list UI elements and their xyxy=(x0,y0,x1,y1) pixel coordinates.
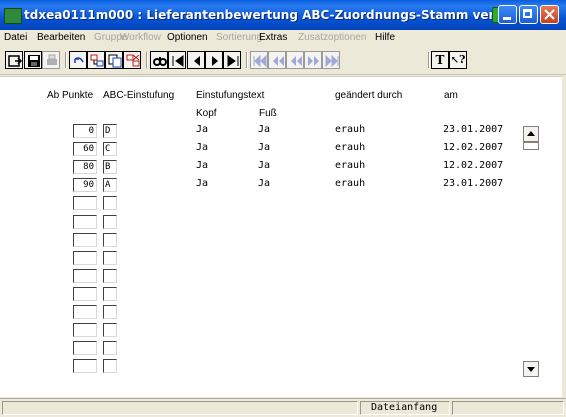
toolbar: T ↖? xyxy=(0,46,566,75)
title-bar[interactable]: tdxea0111m000 : Lieferantenbewertung ABC… xyxy=(0,0,566,30)
changed-date-value: 12.02.2007 xyxy=(443,142,504,154)
abc-einstufung-field[interactable] xyxy=(103,323,117,338)
ab-punkte-field[interactable] xyxy=(73,286,97,301)
menu-sortierung: Sortierung xyxy=(216,32,263,43)
exit-icon[interactable] xyxy=(5,51,23,69)
changed-by-value: erauh xyxy=(335,124,366,135)
col-header-ab-punkte: Ab Punkte xyxy=(47,90,94,101)
status-bar: Dateianfang xyxy=(0,398,566,417)
abc-einstufung-field[interactable] xyxy=(103,196,117,211)
last-set-icon xyxy=(322,51,340,69)
find-icon[interactable] xyxy=(150,51,168,69)
ab-punkte-field[interactable] xyxy=(73,305,97,319)
scroll-down-button[interactable] xyxy=(523,361,539,377)
abc-einstufung-field[interactable] xyxy=(103,341,117,356)
abc-einstufung-field[interactable]: D xyxy=(103,124,117,138)
text-icon[interactable]: T xyxy=(431,51,449,69)
delete-record-icon[interactable] xyxy=(123,51,141,69)
undo-icon[interactable] xyxy=(69,51,87,69)
col-header-abc: ABC-Einstufung xyxy=(103,90,175,101)
prev-record-icon[interactable] xyxy=(187,51,205,69)
ab-punkte-field[interactable]: 90 xyxy=(73,178,97,193)
abc-einstufung-field[interactable] xyxy=(103,214,117,229)
menu-workflow: Workflow xyxy=(120,32,161,43)
scroll-up-button[interactable] xyxy=(523,126,539,142)
toolbar-separator xyxy=(428,52,430,68)
abc-einstufung-field[interactable] xyxy=(103,232,117,247)
abc-einstufung-field[interactable]: B xyxy=(103,160,117,175)
abc-einstufung-field[interactable] xyxy=(103,286,117,301)
next-page-icon xyxy=(304,51,322,69)
prev-set-icon xyxy=(268,51,286,69)
abc-einstufung-field[interactable] xyxy=(103,359,117,374)
abc-einstufung-field[interactable] xyxy=(103,305,117,319)
ab-punkte-field[interactable] xyxy=(73,268,97,283)
col-header-am: am xyxy=(444,90,458,101)
print-icon xyxy=(42,51,60,69)
close-button[interactable] xyxy=(540,5,559,24)
toolbar-separator xyxy=(246,52,248,68)
menu-extras[interactable]: Extras xyxy=(259,32,287,43)
ab-punkte-field[interactable] xyxy=(73,323,97,338)
fuss-value: Ja xyxy=(258,142,271,154)
status-panel-right xyxy=(452,401,564,415)
ab-punkte-field[interactable] xyxy=(73,250,97,265)
kopf-value: Ja xyxy=(196,124,209,135)
changed-by-value: erauh xyxy=(335,160,366,172)
help-icon[interactable]: ↖? xyxy=(449,51,467,69)
col-header-einstufungstext: Einstufungstext xyxy=(196,90,265,101)
form-content: Ab Punkte ABC-Einstufung Einstufungstext… xyxy=(0,76,562,397)
menu-bar: Datei Bearbeiten Gruppe Workflow Optionen Sor… xyxy=(0,30,566,46)
ab-punkte-field[interactable]: 60 xyxy=(73,142,97,157)
abc-einstufung-field[interactable] xyxy=(103,268,117,283)
ab-punkte-field[interactable] xyxy=(73,341,97,356)
kopf-value: Ja xyxy=(196,142,209,154)
insert-record-icon[interactable] xyxy=(87,51,105,69)
copy-record-icon[interactable] xyxy=(105,51,123,69)
abc-einstufung-field[interactable] xyxy=(103,250,117,265)
changed-date-value: 23.01.2007 xyxy=(443,178,504,190)
col-header-kopf: Kopf xyxy=(196,108,217,119)
ab-punkte-field[interactable] xyxy=(73,196,97,211)
save-icon[interactable] xyxy=(24,51,42,69)
changed-by-value: erauh xyxy=(335,178,366,190)
fuss-value: Ja xyxy=(258,124,271,135)
changed-by-value: erauh xyxy=(335,142,366,154)
menu-bearbeiten[interactable]: Bearbeiten xyxy=(37,32,85,43)
menu-hilfe[interactable]: Hilfe xyxy=(375,32,395,43)
toolbar-separator xyxy=(146,52,148,68)
prev-page-icon xyxy=(286,51,304,69)
fuss-value: Ja xyxy=(258,160,271,172)
kopf-value: Ja xyxy=(196,178,209,190)
ab-punkte-field[interactable] xyxy=(73,232,97,247)
scroll-thumb[interactable] xyxy=(523,142,539,150)
first-set-icon xyxy=(250,51,268,69)
ab-punkte-field[interactable]: 80 xyxy=(73,160,97,175)
ab-punkte-field[interactable] xyxy=(73,214,97,229)
maximize-button[interactable] xyxy=(519,5,538,24)
col-header-geaendert: geändert durch xyxy=(335,90,403,101)
window-title: tdxea0111m000 : Lieferantenbewertung ABC… xyxy=(24,8,494,22)
abc-einstufung-field[interactable]: C xyxy=(103,142,117,157)
changed-date-value: 12.02.2007 xyxy=(443,160,504,172)
fuss-value: Ja xyxy=(258,178,271,190)
status-panel-position: Dateianfang xyxy=(360,401,450,415)
menu-datei[interactable]: Datei xyxy=(4,32,27,43)
menu-optionen[interactable]: Optionen xyxy=(167,32,208,43)
status-panel-left xyxy=(2,401,358,415)
ab-punkte-field[interactable]: 0 xyxy=(73,124,97,138)
app-icon[interactable] xyxy=(4,8,22,24)
minimize-button[interactable] xyxy=(498,5,517,24)
next-record-icon[interactable] xyxy=(205,51,223,69)
last-record-icon[interactable] xyxy=(223,51,241,69)
abc-einstufung-field[interactable]: A xyxy=(103,178,117,193)
menu-zusatzoptionen: Zusatzoptionen xyxy=(298,32,367,43)
toolbar-separator xyxy=(65,52,67,68)
kopf-value: Ja xyxy=(196,160,209,172)
col-header-fuss: Fuß xyxy=(259,108,277,119)
changed-date-value: 23.01.2007 xyxy=(443,124,504,135)
ab-punkte-field[interactable] xyxy=(73,359,97,374)
first-record-icon[interactable] xyxy=(168,51,186,69)
